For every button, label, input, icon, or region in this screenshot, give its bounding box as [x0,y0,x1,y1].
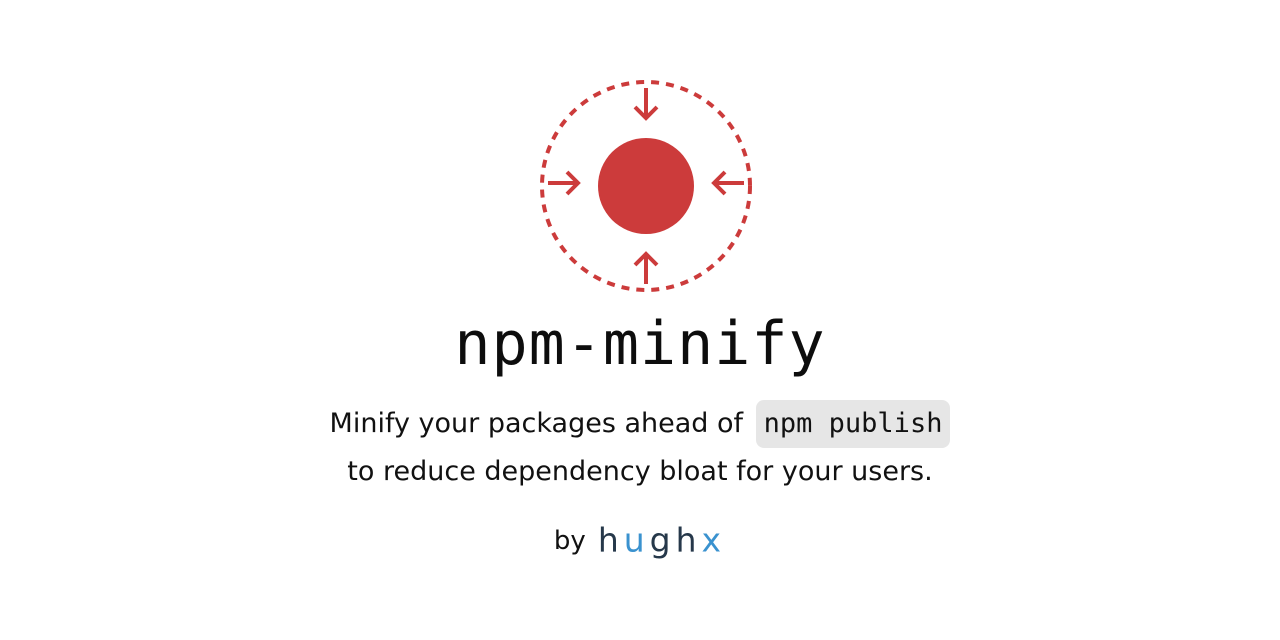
tagline-line-2: to reduce dependency bloat for your user… [347,456,933,487]
arrow-down-icon [633,88,659,121]
brand-letter-x: x [701,520,727,560]
byline: by hughx [0,518,1280,563]
brand-letters-gh: gh [649,520,702,560]
tagline: Minify your packages ahead of npm publis… [0,400,1280,495]
arrow-left-icon [711,170,744,196]
arrow-right-icon [548,170,581,196]
tagline-text: Minify your packages ahead of [329,408,744,439]
project-title: npm-minify [454,309,826,379]
brand-letter-h: h [597,520,624,560]
center-dot [598,138,694,234]
minify-logo-icon [536,76,756,296]
brand-letter-u: u [623,520,650,560]
tagline-line-1: Minify your packages ahead of npm publis… [0,400,1280,448]
code-snippet: npm publish [755,400,951,448]
byline-prefix: by [553,525,586,556]
author-logo[interactable]: hughx [598,521,726,560]
compress-icon [540,80,752,292]
arrow-up-icon [633,251,659,284]
